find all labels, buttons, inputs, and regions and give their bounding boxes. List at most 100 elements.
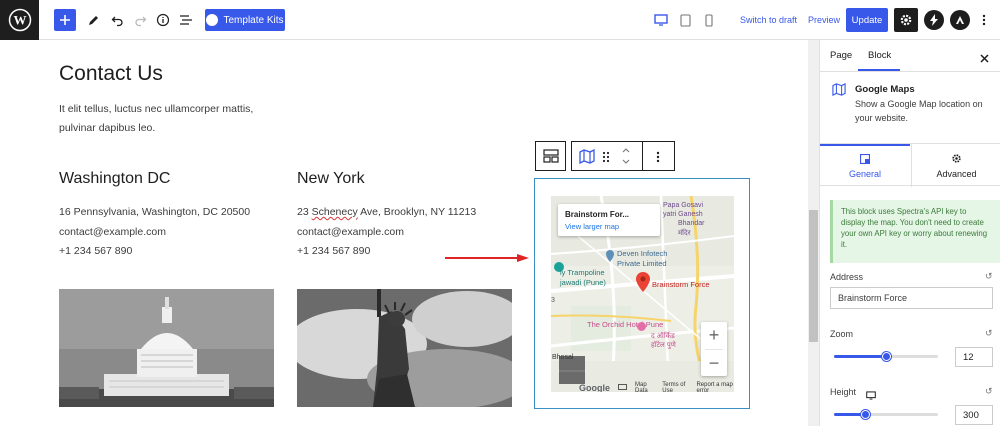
- map-label: Deven Infotech: [617, 249, 668, 258]
- desktop-preview-icon[interactable]: [653, 9, 669, 31]
- address-suffix: Ave, Brooklyn, NY 11213: [357, 206, 477, 218]
- more-options-icon[interactable]: [978, 9, 990, 31]
- details-info-icon[interactable]: [154, 9, 172, 31]
- general-icon: [860, 154, 870, 164]
- block-description: Show a Google Map location on your websi…: [855, 99, 983, 123]
- google-logo: Google: [579, 383, 610, 392]
- map-label: मंदिर: [678, 230, 691, 237]
- map-data-link[interactable]: Map Data: [635, 382, 654, 392]
- move-up-down-icon[interactable]: [621, 146, 631, 171]
- email-text: contact@example.com: [59, 225, 166, 238]
- map-block-icon: [832, 82, 846, 101]
- svg-text:W: W: [13, 13, 26, 28]
- annotation-arrow-icon: [445, 249, 531, 267]
- redo-icon[interactable]: [131, 9, 149, 31]
- template-kits-button[interactable]: Template Kits: [205, 9, 285, 31]
- zoom-in-button[interactable]: +: [701, 322, 727, 349]
- tab-advanced-label: Advanced: [936, 168, 977, 179]
- update-button[interactable]: Update: [846, 8, 888, 32]
- map-label: Bhosal: [552, 354, 574, 361]
- height-number-input[interactable]: 300: [955, 405, 993, 425]
- reset-icon[interactable]: ↺: [985, 271, 993, 282]
- zoom-out-button[interactable]: −: [701, 350, 727, 377]
- address-label: Address: [830, 272, 864, 282]
- tab-advanced[interactable]: Advanced: [911, 144, 1000, 187]
- block-transform-icon[interactable]: [535, 141, 566, 171]
- map-label: yatri Ganesh: [663, 211, 703, 218]
- block-toolbar: [571, 141, 675, 171]
- template-kits-label: Template Kits: [223, 14, 284, 26]
- zoom-label: Zoom: [830, 329, 854, 339]
- terms-link[interactable]: Terms of Use: [662, 382, 688, 392]
- map-block-icon[interactable]: [579, 148, 595, 169]
- intro-paragraph[interactable]: It elit tellus, luctus nec ullamcorper m…: [59, 100, 279, 138]
- location-heading-washington[interactable]: Washington DC: [59, 170, 170, 188]
- keyboard-icon[interactable]: [618, 384, 627, 392]
- map-view[interactable]: Papa Gosavi yatri Ganesh Bhandar मंदिर D…: [551, 196, 734, 392]
- mobile-preview-icon[interactable]: [702, 9, 716, 31]
- tab-general-label: General: [848, 169, 882, 179]
- location-info-washington[interactable]: 16 Pennsylvania, Washington, DC 20500 co…: [59, 203, 250, 262]
- preview-link[interactable]: Preview: [808, 15, 840, 25]
- orchid-label: The Orchid Hotel Pune: [587, 320, 664, 329]
- map-label: jawadi (Pune): [560, 278, 606, 287]
- misspelled-word: Schenecy: [311, 206, 358, 218]
- drag-handle-icon[interactable]: [602, 150, 610, 168]
- editor-toolbar: W Template Kits Switch to draft Preview …: [0, 0, 1000, 40]
- edit-tool-pencil-icon[interactable]: [84, 9, 102, 31]
- zoom-slider-handle[interactable]: [882, 352, 891, 361]
- toolbar-divider: [642, 142, 643, 170]
- list-view-icon[interactable]: [177, 9, 195, 31]
- map-label: Bhandar: [678, 220, 705, 227]
- scrollbar-thumb[interactable]: [809, 210, 818, 342]
- orchid-mr-label: द ऑर्किड हॉटेल पुणे: [651, 332, 676, 350]
- map-label: हॉटेल पुणे: [651, 342, 676, 349]
- map-label: Papa Gosavi: [663, 202, 704, 209]
- address-text: 16 Pennsylvania, Washington, DC 20500: [59, 206, 251, 218]
- height-slider[interactable]: [834, 410, 938, 419]
- spectra-logo-icon: [206, 14, 219, 26]
- tab-block[interactable]: Block: [868, 50, 891, 61]
- google-maps-block[interactable]: Papa Gosavi yatri Ganesh Bhandar मंदिर D…: [534, 178, 750, 409]
- tablet-preview-icon[interactable]: [677, 9, 693, 31]
- deven-label: Deven Infotech Private Limited: [617, 249, 667, 269]
- map-label: ly Trampoline: [560, 268, 605, 277]
- height-label: Height: [830, 387, 857, 397]
- height-slider-handle[interactable]: [861, 410, 870, 419]
- tab-page[interactable]: Page: [830, 50, 852, 61]
- marker-label: Brainstorm Force: [652, 280, 710, 289]
- map-label: 3: [551, 297, 555, 304]
- wordpress-logo-icon[interactable]: W: [0, 0, 39, 40]
- switch-to-draft-link[interactable]: Switch to draft: [740, 15, 797, 25]
- spectra-bolt-icon[interactable]: [924, 10, 944, 30]
- reset-icon[interactable]: ↺: [985, 328, 993, 339]
- block-options-icon[interactable]: [656, 150, 660, 168]
- section-tabs: General Advanced: [820, 143, 1000, 187]
- place-info-card: Brainstorm For... View larger map: [558, 204, 660, 236]
- api-key-notice: This block uses Spectra's API key to dis…: [830, 200, 1000, 263]
- report-error-link[interactable]: Report a map error: [696, 382, 734, 392]
- astra-logo-icon[interactable]: [950, 10, 970, 30]
- capitol-image[interactable]: [59, 289, 274, 407]
- settings-gear-icon[interactable]: [894, 8, 918, 32]
- add-block-button[interactable]: [54, 9, 76, 31]
- address-prefix: 23: [297, 206, 312, 218]
- address-text: 23 Schenecy Ave, Brooklyn, NY 11213: [297, 203, 476, 223]
- zoom-slider[interactable]: [834, 352, 938, 361]
- zoom-number-input[interactable]: 12: [955, 347, 993, 367]
- reset-icon[interactable]: ↺: [985, 386, 993, 397]
- desktop-device-icon[interactable]: [866, 387, 876, 405]
- map-footer: Google Map Data Terms of Use Report a ma…: [579, 382, 734, 392]
- location-marker-icon[interactable]: [635, 272, 651, 292]
- statue-of-liberty-image[interactable]: [297, 289, 512, 407]
- view-larger-map-link[interactable]: View larger map: [565, 222, 619, 231]
- zoom-slider-fill: [834, 355, 886, 358]
- hotel-pin-icon: [637, 322, 646, 331]
- location-heading-newyork[interactable]: New York: [297, 170, 365, 188]
- tab-general[interactable]: General: [820, 144, 910, 187]
- address-input[interactable]: Brainstorm Force: [830, 287, 993, 309]
- place-pin-icon: [605, 249, 615, 262]
- page-title[interactable]: Contact Us: [59, 62, 163, 86]
- close-icon[interactable]: [980, 50, 989, 68]
- undo-icon[interactable]: [108, 9, 126, 31]
